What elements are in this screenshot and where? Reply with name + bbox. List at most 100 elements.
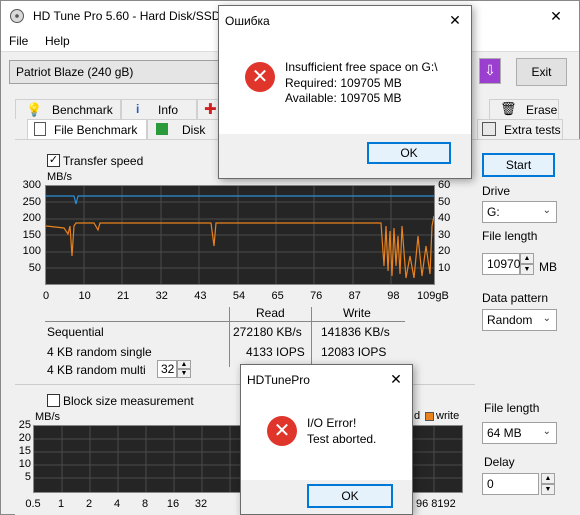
multi-queue-input[interactable]: 32 — [157, 360, 177, 378]
spin-up-icon[interactable]: ▲ — [177, 360, 191, 369]
chart-icon — [156, 123, 168, 135]
random-single-read: 4133 IOPS — [246, 345, 305, 359]
x-tick-label: 76 — [310, 290, 323, 302]
y-tick-label: 150 — [22, 228, 41, 241]
start-button[interactable]: Start — [482, 153, 555, 177]
dialog-message-line: Insufficient free space on G:\ — [285, 60, 438, 74]
block-size-label: Block size measurement — [63, 394, 194, 408]
stats-rule — [45, 321, 405, 322]
data-pattern-select[interactable]: Random ⌄ — [482, 309, 557, 331]
y-tick-label: 300 — [22, 179, 41, 191]
sequential-write: 141836 KB/s — [321, 325, 390, 339]
info-icon: i — [136, 102, 140, 116]
stats-divider — [229, 307, 230, 367]
x-tick-label: 98 — [387, 290, 400, 302]
dialog-message-line: Required: 109705 MB — [285, 76, 402, 90]
y-tick-label: 250 — [22, 195, 41, 208]
chevron-down-icon: ⌄ — [542, 426, 551, 437]
block-file-length-select[interactable]: 64 MB ⌄ — [482, 422, 557, 444]
block-size-checkbox[interactable] — [47, 394, 60, 407]
block-y-tick-label: 20 — [18, 432, 31, 444]
block-y-tick-label: 5 — [24, 471, 31, 483]
close-icon[interactable]: ✕ — [439, 6, 471, 34]
save-icon[interactable]: ⇩ — [479, 58, 501, 84]
row-label: 4 KB random single — [47, 345, 152, 359]
block-x-tick-label: 2 — [85, 498, 93, 510]
x-tick-label: 43 — [194, 290, 207, 302]
read-header: Read — [256, 306, 285, 320]
x-tick-label: 109gB — [417, 290, 449, 302]
close-icon[interactable]: ✕ — [380, 365, 412, 393]
dialog-title: HDTunePro — [247, 373, 310, 387]
y-right-tick-label: 10 — [438, 261, 451, 274]
spin-up-icon[interactable]: ▲ — [520, 253, 534, 264]
x-tick-label: 0 — [42, 290, 50, 302]
grid-icon — [482, 122, 496, 136]
grid-lines — [46, 186, 434, 284]
spin-down-icon[interactable]: ▼ — [520, 264, 534, 275]
x-tick-label: 65 — [271, 290, 284, 302]
drive-label: Drive — [482, 184, 511, 198]
health-cross-icon: ✚ — [204, 101, 217, 118]
tab-disk-monitor[interactable]: Disk mo — [147, 119, 225, 151]
random-single-write: 12083 IOPS — [321, 345, 387, 359]
y-right-tick-label: 20 — [438, 245, 451, 257]
y-tick-label: 50 — [28, 261, 41, 274]
spin-down-icon[interactable]: ▼ — [541, 484, 555, 495]
error-dialog: Ошибка ✕ ✕ Insufficient free space on G:… — [218, 5, 472, 179]
tab-info[interactable]: i Info — [121, 99, 197, 119]
app-icon — [10, 9, 24, 23]
write-line — [46, 215, 434, 279]
chevron-down-icon: ⌄ — [542, 205, 551, 216]
spin-down-icon[interactable]: ▼ — [177, 369, 191, 378]
x-tick-label: 87 — [348, 290, 361, 302]
transfer-plot — [46, 186, 434, 284]
block-y-tick-label: 15 — [18, 445, 31, 457]
ok-button[interactable]: OK — [307, 484, 393, 508]
drive-letter-select[interactable]: G: ⌄ — [482, 201, 557, 223]
error-icon: ✕ — [245, 62, 275, 92]
tab-benchmark[interactable]: 💡 Benchmark — [15, 99, 121, 119]
spin-up-icon[interactable]: ▲ — [541, 473, 555, 484]
dialog-title: Ошибка — [225, 14, 270, 28]
block-file-length-label: File length — [484, 401, 540, 415]
y-right-tick-label: 50 — [438, 195, 451, 208]
error-icon: ✕ — [267, 416, 297, 446]
x-tick-label: 32 — [155, 290, 168, 302]
y-unit-label: MB/s — [47, 171, 73, 183]
transfer-speed-checkbox[interactable]: ✓ — [47, 154, 60, 167]
dialog-message-line: I/O Error! — [307, 416, 357, 430]
menu-help[interactable]: Help — [45, 34, 70, 48]
tab-erase[interactable]: 🗑 Erase — [489, 99, 559, 119]
block-x-tick-label: 16 — [166, 498, 180, 510]
delay-input[interactable]: 0 — [482, 473, 539, 495]
sequential-read: 272180 KB/s — [233, 325, 302, 339]
data-pattern-label: Data pattern — [482, 291, 549, 305]
ok-button[interactable]: OK — [367, 142, 451, 164]
y-tick-label: 200 — [22, 212, 41, 224]
x-tick-label: 21 — [117, 290, 130, 302]
block-x-tail: 96 8192 — [416, 498, 456, 510]
block-x-tick-label: 1 — [57, 498, 65, 510]
tab-extra-tests[interactable]: Extra tests — [477, 119, 563, 139]
dialog-footer: OK — [241, 480, 412, 514]
block-x-tick-label: 0.5 — [25, 498, 41, 510]
close-button[interactable]: ✕ — [533, 1, 579, 31]
delay-label: Delay — [484, 455, 515, 469]
tab-file-benchmark[interactable]: File Benchmark — [27, 119, 147, 139]
x-tick-label: 10 — [78, 290, 91, 302]
legend-write-label: write — [436, 410, 460, 422]
exit-button[interactable]: Exit — [516, 58, 567, 86]
legend-write-swatch — [425, 412, 434, 421]
file-length-input[interactable]: 109704 — [482, 253, 527, 275]
block-y-tick-label: 10 — [18, 458, 31, 470]
dialog-footer: OK — [219, 134, 471, 178]
legend-read-label: d — [414, 410, 421, 422]
lightbulb-icon: 💡 — [26, 102, 43, 117]
y-tick-label: 100 — [22, 245, 41, 257]
drive-select[interactable]: Patriot Blaze (240 gB) — [9, 60, 234, 84]
transfer-speed-label: Transfer speed — [63, 154, 144, 168]
menu-file[interactable]: File — [9, 34, 28, 48]
file-length-label: File length — [482, 229, 538, 243]
row-label: 4 KB random multi — [47, 363, 146, 377]
